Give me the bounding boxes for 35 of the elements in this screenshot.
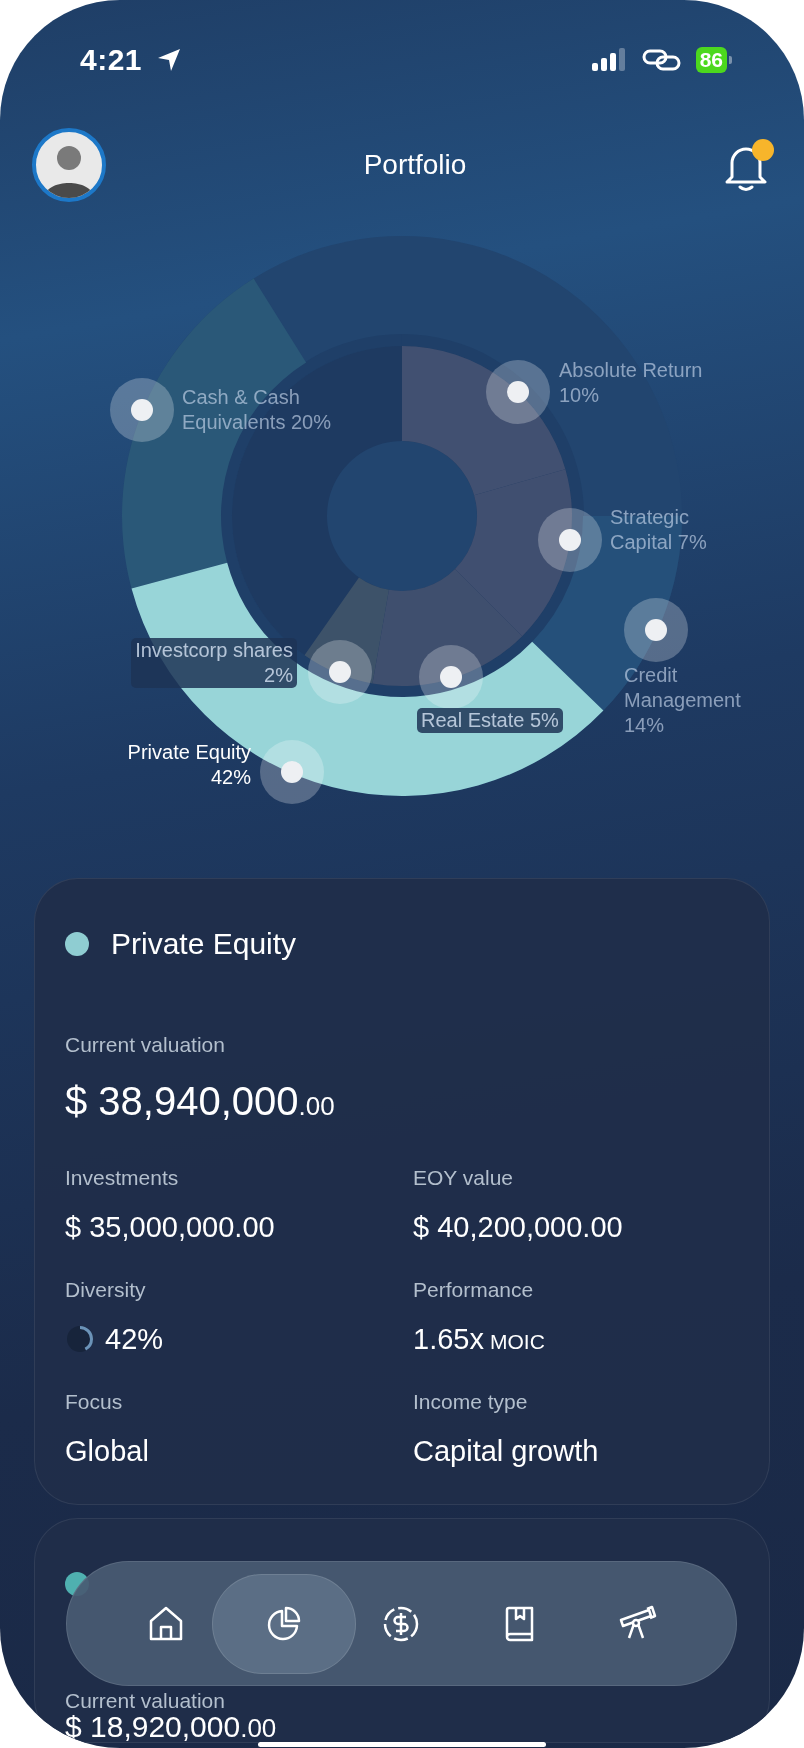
segment-label: Credit Management 14% bbox=[624, 663, 741, 738]
segment-marker[interactable] bbox=[308, 640, 372, 704]
field-label: EOY value bbox=[413, 1165, 514, 1191]
field-value: Global bbox=[65, 1434, 149, 1468]
segment-label: Absolute Return 10% bbox=[559, 358, 703, 408]
field-label: Focus bbox=[65, 1389, 124, 1415]
link-icon bbox=[641, 47, 682, 73]
field-label: Diversity bbox=[65, 1277, 147, 1303]
card-title: Private Equity bbox=[111, 927, 297, 961]
field-label: Performance bbox=[413, 1277, 535, 1303]
field-value: 42% bbox=[105, 1322, 164, 1356]
donut-segment[interactable] bbox=[372, 569, 523, 686]
segment-label: Real Estate 5% bbox=[417, 708, 563, 733]
field-value: 1.65x MOIC bbox=[413, 1322, 545, 1356]
valuation-amount: $ 18,920,000.00 bbox=[65, 1713, 277, 1742]
donut-segment[interactable] bbox=[304, 577, 389, 684]
field-label: Investments bbox=[65, 1165, 180, 1191]
progress-ring bbox=[65, 1324, 95, 1354]
segment-label: Investcorp shares 2% bbox=[131, 638, 297, 688]
segment-marker[interactable] bbox=[486, 360, 550, 424]
field-value: $ 35,000,000.00 bbox=[65, 1210, 275, 1244]
segment-label: Private Equity 42% bbox=[127, 740, 251, 790]
segment-label: Cash & Cash Equivalents 20% bbox=[182, 385, 331, 435]
field-value: $ 40,200,000.00 bbox=[413, 1210, 623, 1244]
field-label: Current valuation bbox=[65, 1032, 226, 1058]
field-label: Income type bbox=[413, 1389, 529, 1415]
field-value: Capital growth bbox=[413, 1434, 599, 1468]
signal-icon bbox=[591, 47, 628, 73]
page-title: Portfolio bbox=[363, 149, 467, 181]
location-arrow-icon bbox=[156, 47, 183, 73]
status-time: 4:21 bbox=[80, 43, 143, 77]
field-label: Current valuation bbox=[65, 1689, 226, 1713]
valuation-amount: $ 38,940,000.00 bbox=[65, 1078, 336, 1125]
battery-indicator: 86 bbox=[695, 47, 727, 73]
segment-label: Strategic Capital 7% bbox=[610, 505, 707, 555]
